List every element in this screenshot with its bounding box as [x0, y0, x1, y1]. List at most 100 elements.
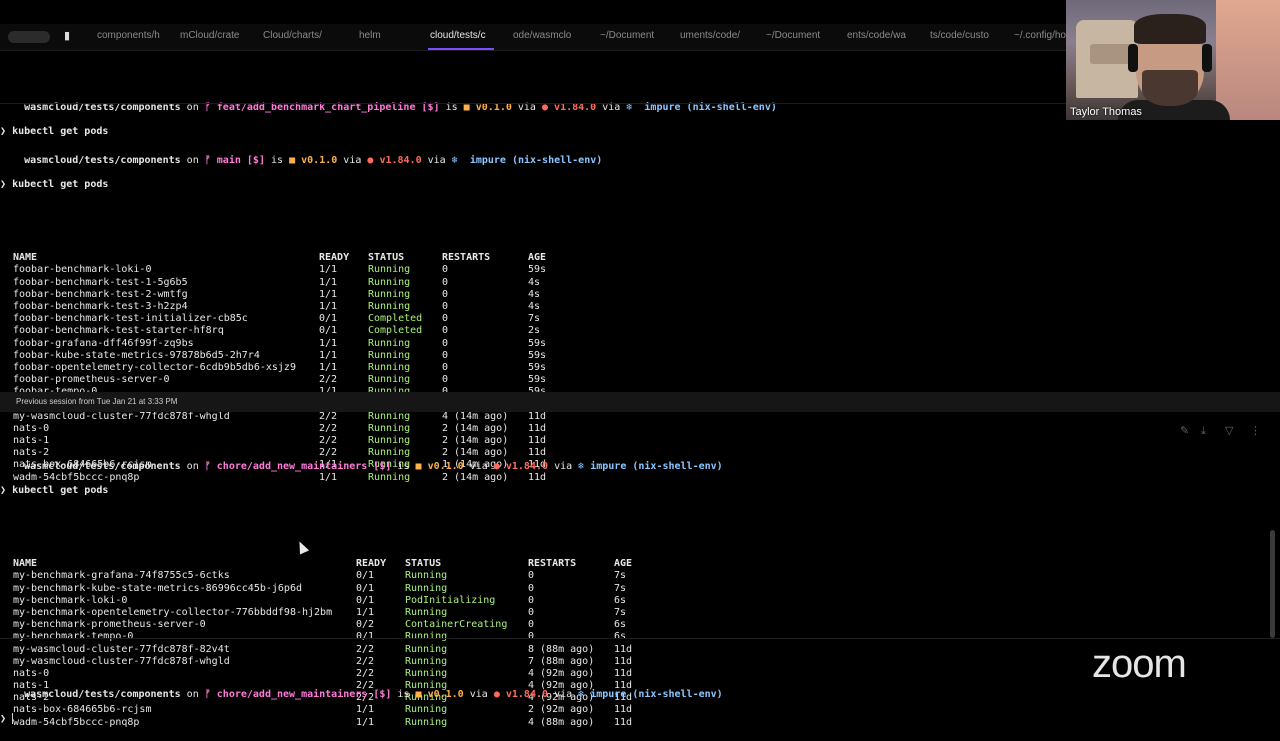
tab[interactable]: ents/code/wa — [847, 30, 906, 41]
table-header-row: NAME READY STATUS RESTARTS AGE — [0, 558, 1280, 570]
pod-age: 7s — [614, 570, 627, 582]
column-header: READY — [319, 252, 350, 264]
prompt-word: is — [271, 154, 284, 166]
column-header: NAME — [13, 558, 38, 570]
tab[interactable]: uments/code/ — [680, 30, 740, 41]
prompt-word: on — [186, 154, 199, 166]
download-icon[interactable]: ⤓ — [1201, 424, 1206, 438]
pod-ready: 1/1 — [319, 276, 338, 288]
column-header: NAME — [13, 252, 38, 264]
branch-icon: ᚠ — [204, 688, 211, 700]
table-row: my-wasmcloud-cluster-77fdc878f-whgld 2/2 R… — [0, 411, 1280, 423]
tab[interactable]: helm — [359, 30, 381, 41]
window-controls[interactable] — [8, 31, 50, 43]
package-icon: ■ — [415, 460, 422, 472]
table-row: foobar-benchmark-test-3-h2zp4 1/1 Running 0… — [0, 301, 1280, 313]
pod-ready: 1/1 — [319, 300, 338, 312]
column-header: RESTARTS — [528, 558, 577, 570]
pod-age: 7s — [614, 582, 627, 594]
column-header: RESTARTS — [442, 252, 491, 264]
sidebar-toggle-icon[interactable]: ▮ — [64, 29, 78, 43]
pod-age: 2s — [528, 325, 541, 337]
prompt-env: impure (nix-shell-env) — [590, 688, 723, 700]
prompt-path: wasmcloud/tests/components — [24, 154, 181, 166]
scrollbar[interactable] — [1270, 530, 1275, 638]
pod-status: Running — [405, 570, 448, 582]
pod-ready: 1/1 — [319, 288, 338, 300]
tab[interactable]: ode/wasmclo — [513, 30, 571, 41]
nix-icon: ❄ — [451, 154, 458, 166]
package-icon: ■ — [289, 154, 296, 166]
table-row: foobar-benchmark-test-2-wmtfg 1/1 Running 0… — [0, 289, 1280, 301]
pod-name: foobar-benchmark-test-1-5g6b5 — [13, 276, 188, 288]
tab[interactable]: mCloud/crate — [180, 30, 239, 41]
text-caret — [12, 713, 14, 724]
table-header-row: NAME READY STATUS RESTARTS AGE — [0, 252, 1280, 264]
pod-restarts: 0 — [442, 288, 449, 300]
pod-restarts: 0 — [528, 619, 535, 631]
pod-age: 59s — [528, 361, 547, 373]
table-row: my-benchmark-grafana-74f8755c5-6ctks 0/1 R… — [0, 570, 1280, 582]
tab[interactable]: components/h — [97, 30, 160, 41]
pod-name: foobar-kube-state-metrics-97878b6d5-2h7r… — [13, 349, 260, 361]
pod-name: my-benchmark-prometheus-server-0 — [13, 619, 206, 631]
package-icon: ■ — [415, 688, 422, 700]
pod-ready: 0/1 — [319, 325, 338, 337]
more-options-icon[interactable]: ⋮ — [1250, 424, 1261, 437]
participant-video[interactable]: Taylor Thomas — [1066, 0, 1280, 120]
prompt-version: v0.1.0 — [301, 154, 338, 166]
prompt-symbol: ❯ — [0, 179, 7, 190]
table-row: foobar-kube-state-metrics-97878b6d5-2h7r… — [0, 350, 1280, 362]
pod-status: PodInitializing — [405, 594, 496, 606]
column-header: STATUS — [368, 252, 405, 264]
prompt-branch: chore/add_new_maintainers — [216, 688, 368, 700]
pod-age: 6s — [614, 619, 627, 631]
column-header: STATUS — [405, 558, 442, 570]
prompt-line: wasmcloud/tests/components on ᚠ chore/ad… — [0, 448, 1280, 472]
session-4: wasmcloud/tests/components on ᚠ chore/ad… — [0, 652, 1280, 737]
prompt-word: via — [554, 460, 573, 472]
pod-ready: 1/1 — [319, 337, 338, 349]
pod-name: foobar-benchmark-loki-0 — [13, 264, 152, 276]
filter-icon[interactable]: ▽ — [1225, 424, 1233, 437]
tab[interactable]: Cloud/charts/ — [263, 30, 322, 41]
rust-icon: ● — [493, 688, 500, 700]
pod-name: foobar-benchmark-test-2-wmtfg — [13, 288, 188, 300]
pin-icon[interactable]: ✎ — [1180, 424, 1189, 437]
tab[interactable]: ts/code/custo — [930, 30, 989, 41]
pod-status: Running — [368, 337, 411, 349]
prompt-symbol: ❯ — [0, 485, 7, 496]
column-header: AGE — [528, 252, 547, 264]
table-row: foobar-prometheus-server-0 2/2 Running 0 59s — [0, 374, 1280, 386]
prompt-rust-version: v1.84.0 — [379, 154, 422, 166]
pod-name: my-benchmark-kube-state-metrics-86996cc4… — [13, 582, 302, 594]
pod-status: Completed — [368, 325, 423, 337]
input-line[interactable]: ❯ — [0, 713, 1280, 725]
tab[interactable]: ~/Document — [600, 30, 654, 41]
tab[interactable]: ~/Document — [766, 30, 820, 41]
participant-hair — [1134, 14, 1206, 44]
table-row: my-benchmark-loki-0 0/1 PodInitializing 0 6s — [0, 595, 1280, 607]
previous-session-text: Previous session from Tue Jan 21 at 3:33… — [16, 397, 178, 406]
pod-ready: 1/1 — [356, 606, 375, 618]
pod-restarts: 0 — [528, 570, 535, 582]
zoom-logo: zoom — [1092, 642, 1187, 686]
column-header: READY — [356, 558, 387, 570]
prompt-word: on — [186, 460, 199, 472]
pod-ready: 0/2 — [356, 619, 375, 631]
tab-active[interactable]: cloud/tests/c — [430, 30, 486, 41]
prompt-env: impure (nix-shell-env) — [469, 154, 603, 166]
pod-age: 59s — [528, 264, 547, 276]
participant-beard — [1142, 70, 1198, 106]
table-row: my-benchmark-prometheus-server-0 0/2 Conta… — [0, 619, 1280, 631]
tab[interactable]: ~/.config/ho — [1014, 30, 1066, 41]
command-text: kubectl get pods — [12, 179, 109, 190]
pod-status: Running — [368, 300, 411, 312]
prompt-version: v0.1.0 — [427, 460, 464, 472]
pod-restarts: 0 — [442, 276, 449, 288]
pod-ready: 2/2 — [319, 410, 338, 422]
pod-ready: 1/1 — [319, 361, 338, 373]
headphones-icon — [1202, 44, 1212, 72]
pod-name: foobar-benchmark-test-starter-hf8rq — [13, 325, 224, 337]
prompt-word: is — [397, 688, 410, 700]
